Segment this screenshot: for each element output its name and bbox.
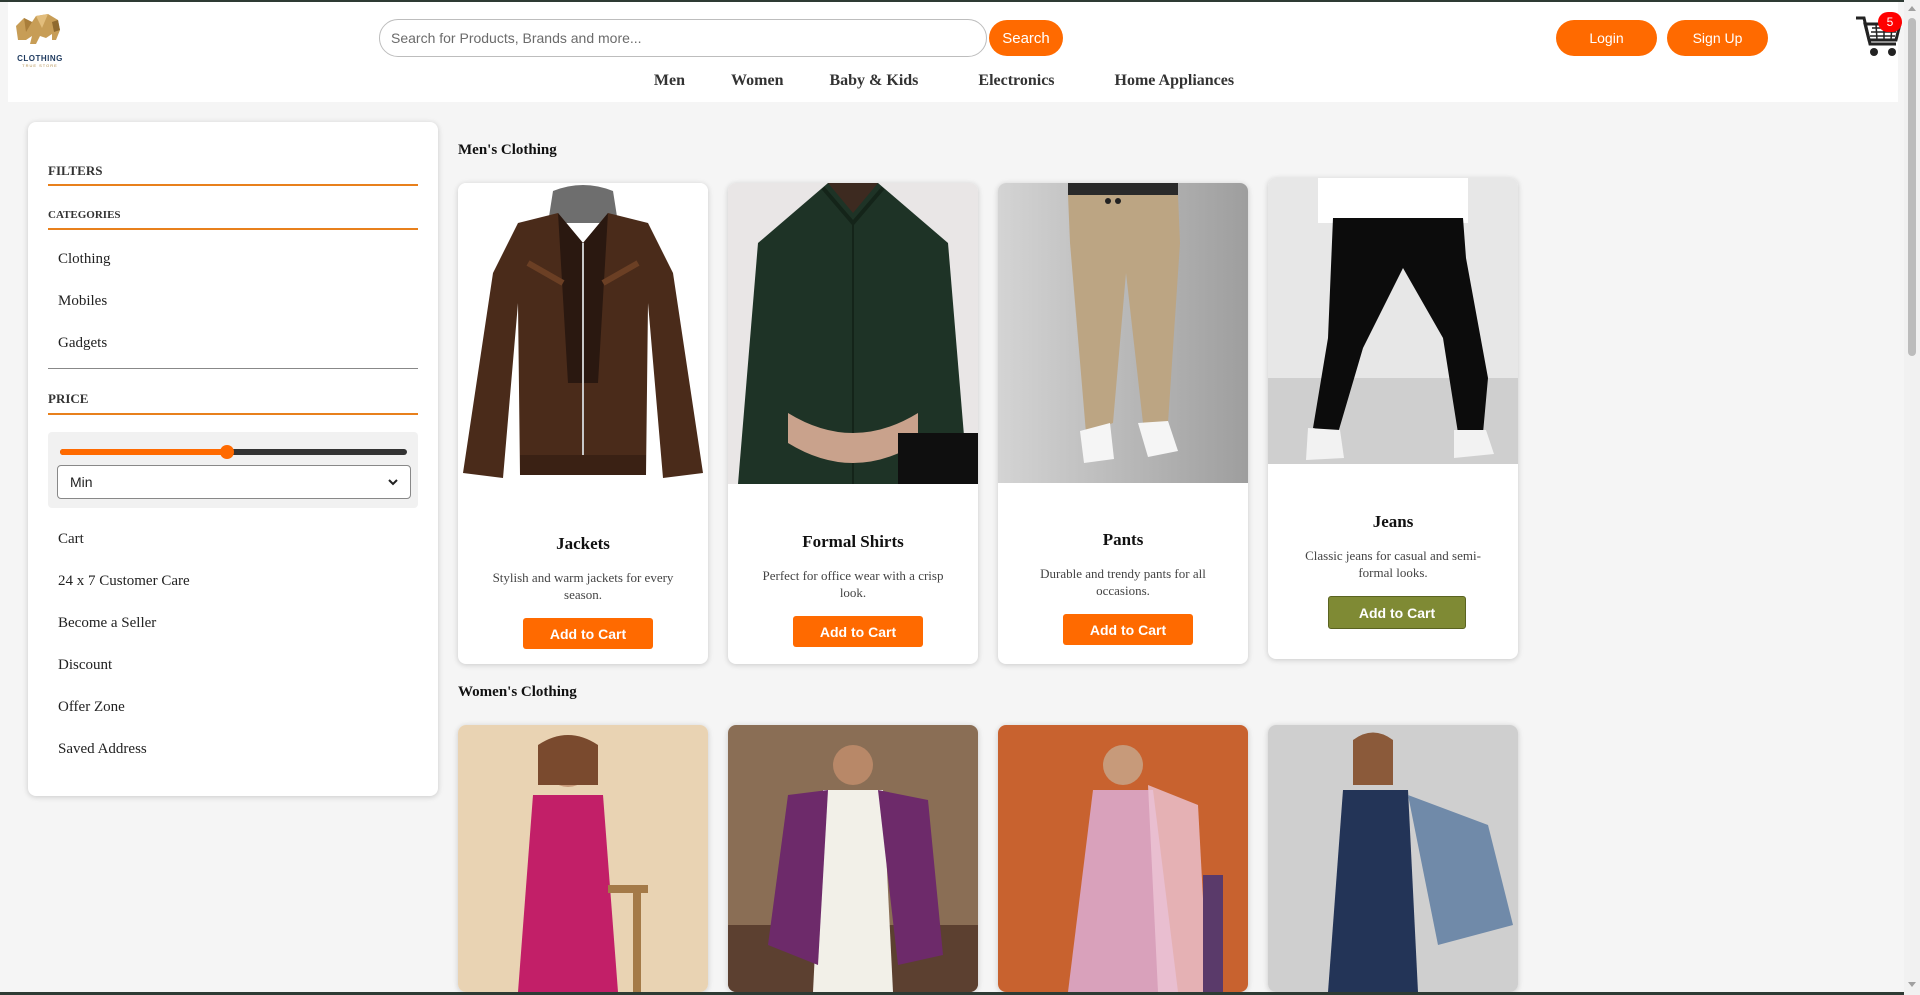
- category-mobiles[interactable]: Mobiles: [58, 293, 107, 310]
- main-nav: Men Women Baby & Kids Electronics Home A…: [8, 72, 1898, 96]
- product-name: Pants: [1102, 530, 1144, 549]
- product-description: Stylish and warm jackets for every seaso…: [492, 570, 674, 602]
- product-card-women-1: [458, 725, 708, 992]
- sidebar-link-discount[interactable]: Discount: [58, 657, 112, 674]
- nav-electronics[interactable]: Electronics: [978, 72, 1054, 96]
- price-slider-fill: [60, 449, 227, 455]
- pink-anarkali-product-image: [998, 725, 1248, 992]
- section-title-women: Women's Clothing: [458, 684, 577, 700]
- nav-baby-kids[interactable]: Baby & Kids: [829, 72, 918, 96]
- signup-button[interactable]: Sign Up: [1667, 20, 1768, 56]
- brand-logo[interactable]: CLOTHING TRUE STORE: [10, 10, 66, 68]
- filters-divider: [48, 184, 418, 186]
- price-slider[interactable]: [60, 445, 407, 459]
- brand-name: CLOTHING: [17, 54, 63, 63]
- elephant-logo-icon: [16, 14, 60, 44]
- search-button[interactable]: Search: [989, 20, 1063, 56]
- jeans-product-image: [1268, 178, 1518, 464]
- price-slider-handle[interactable]: [219, 445, 234, 459]
- price-heading: PRICE: [48, 391, 89, 406]
- product-card-pants: Pants Durable and trendy pants for all o…: [998, 183, 1248, 664]
- nav-women[interactable]: Women: [731, 72, 783, 96]
- product-card-women-3: [998, 725, 1248, 992]
- white-kurta-dupatta-product-image: [728, 725, 978, 992]
- sidebar-link-become-seller[interactable]: Become a Seller: [58, 615, 156, 632]
- pink-kurta-product-image: [458, 725, 708, 992]
- navy-kurta-product-image: [1268, 725, 1518, 992]
- product-card-women-2: [728, 725, 978, 992]
- add-to-cart-button[interactable]: Add to Cart: [1063, 614, 1193, 645]
- product-name: Jeans: [1372, 512, 1414, 531]
- categories-end-divider: [48, 368, 418, 369]
- filters-heading: FILTERS: [48, 163, 103, 178]
- jacket-product-image: [458, 183, 708, 484]
- scroll-down-arrow-icon[interactable]: [1908, 982, 1916, 987]
- price-select-value: Min: [70, 474, 93, 490]
- chevron-down-icon: [388, 479, 398, 486]
- categories-divider: [48, 228, 418, 230]
- sidebar-link-saved-address[interactable]: Saved Address: [58, 741, 147, 758]
- product-card-jeans: Jeans Classic jeans for casual and semi-…: [1268, 178, 1518, 659]
- filters-sidebar: FILTERS CATEGORIES Clothing Mobiles Gadg…: [28, 122, 438, 796]
- product-description: Perfect for office wear with a crisp loo…: [762, 568, 944, 600]
- add-to-cart-button[interactable]: Add to Cart: [793, 616, 923, 647]
- product-description: Classic jeans for casual and semi-formal…: [1305, 548, 1481, 580]
- cart-count-badge: 5: [1878, 12, 1902, 32]
- category-clothing[interactable]: Clothing: [58, 251, 111, 268]
- product-card-formal-shirts: Formal Shirts Perfect for office wear wi…: [728, 183, 978, 664]
- sidebar-link-offer-zone[interactable]: Offer Zone: [58, 699, 125, 716]
- nav-men[interactable]: Men: [654, 72, 685, 96]
- product-description: Durable and trendy pants for all occasio…: [1040, 566, 1206, 598]
- scroll-up-arrow-icon[interactable]: [1908, 6, 1916, 11]
- login-button[interactable]: Login: [1556, 20, 1657, 56]
- price-min-select[interactable]: Min: [57, 465, 411, 499]
- sidebar-link-customer-care[interactable]: 24 x 7 Customer Care: [58, 573, 190, 590]
- pants-product-image: [998, 183, 1248, 483]
- search-input[interactable]: [379, 19, 987, 57]
- sidebar-link-cart[interactable]: Cart: [58, 531, 84, 548]
- price-filter-box: Min: [48, 432, 418, 508]
- product-name: Formal Shirts: [802, 532, 904, 551]
- page-scrollbar[interactable]: [1904, 0, 1920, 995]
- formal-shirt-product-image: [728, 183, 978, 484]
- scrollbar-thumb[interactable]: [1908, 18, 1916, 356]
- categories-heading: CATEGORIES: [48, 209, 121, 221]
- nav-home-appliances[interactable]: Home Appliances: [1115, 72, 1235, 96]
- add-to-cart-button-active[interactable]: Add to Cart: [1328, 596, 1466, 629]
- product-card-jackets: Jackets Stylish and warm jackets for eve…: [458, 183, 708, 664]
- site-header: CLOTHING TRUE STORE Search Login Sign Up…: [8, 2, 1902, 102]
- product-name: Jackets: [556, 534, 610, 553]
- price-divider: [48, 413, 418, 415]
- category-gadgets[interactable]: Gadgets: [58, 335, 107, 352]
- add-to-cart-button[interactable]: Add to Cart: [523, 618, 653, 649]
- brand-tagline: TRUE STORE: [22, 63, 58, 68]
- section-title-men: Men's Clothing: [458, 142, 557, 158]
- product-card-women-4: [1268, 725, 1518, 992]
